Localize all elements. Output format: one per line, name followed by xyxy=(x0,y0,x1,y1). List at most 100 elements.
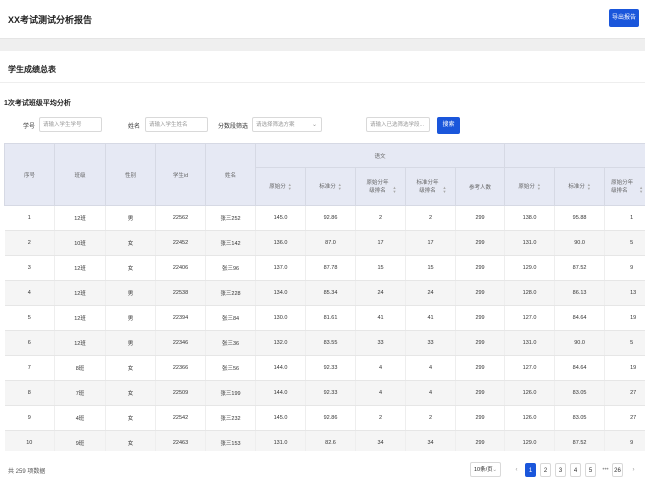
table-cell: 10班 xyxy=(54,230,106,256)
table-cell: 81.61 xyxy=(305,305,356,331)
table-cell: 5 xyxy=(4,305,55,331)
page-button-2[interactable]: 2 xyxy=(540,463,551,477)
table-cell: 22542 xyxy=(155,405,206,431)
table-cell: 41 xyxy=(405,305,456,331)
table-cell: 131.0 xyxy=(504,330,556,356)
sort-icon[interactable]: ▲ ▼ xyxy=(443,186,447,194)
col-math-raw-rank[interactable]: 原始分年级排名 ▲ ▼ xyxy=(604,167,645,206)
table-cell: 9 xyxy=(4,405,55,431)
table-cell: 92.33 xyxy=(305,380,356,406)
page-button-1[interactable]: 1 xyxy=(525,463,536,477)
table-cell: 33 xyxy=(405,330,456,356)
table-cell: 女 xyxy=(105,255,156,281)
table-cell: 2 xyxy=(405,405,456,431)
table-row: 8 7班女 22509 张三199 144.0 92.33 4 4 299 126.0 83.05 2… xyxy=(4,380,645,406)
table-cell: 299 xyxy=(455,355,506,381)
student-no-label: 学号 xyxy=(23,124,36,130)
table-cell: 张三56 xyxy=(205,355,256,381)
page-button-3[interactable]: 3 xyxy=(555,463,566,477)
table-cell: 299 xyxy=(455,405,506,431)
page-button-5[interactable]: 5 xyxy=(585,463,596,477)
col-chinese-std-rank[interactable]: 标准分年级排名 ▲ ▼ xyxy=(405,167,456,206)
table-cell: 299 xyxy=(455,205,506,231)
table-cell: 92.86 xyxy=(305,405,356,431)
table-cell: 张三199 xyxy=(205,380,256,406)
table-row: 7 8班女 22366 张三56 144.0 92.33 4 4 299 127.0 84.64 19 xyxy=(4,355,645,381)
table-cell: 5 xyxy=(604,230,645,256)
subject-filter-input[interactable]: 请输入已选筛选学段... xyxy=(366,117,430,132)
col-class: 班级 xyxy=(54,143,106,206)
table-cell: 90.0 xyxy=(554,330,606,356)
table-cell: 27 xyxy=(604,405,645,431)
next-page-icon[interactable]: › xyxy=(628,463,639,477)
table-row: 2 10班女 22452 张三142 136.0 87.0 17 17 299 131.0 90.0… xyxy=(4,230,645,256)
table-cell: 127.0 xyxy=(504,355,556,381)
table-cell: 张三142 xyxy=(205,230,256,256)
pagination-ellipsis[interactable]: ••• xyxy=(600,463,611,477)
table-cell: 22463 xyxy=(155,430,206,451)
page-size-select[interactable]: 10条/页 ⌄ xyxy=(470,462,501,477)
page-button-4[interactable]: 4 xyxy=(570,463,581,477)
table-cell: 7班 xyxy=(54,380,106,406)
table-cell: 10 xyxy=(4,430,55,451)
table-cell: 5 xyxy=(604,330,645,356)
col-gender: 性别 xyxy=(105,143,156,206)
sort-icon[interactable]: ▲ ▼ xyxy=(393,186,397,194)
table-cell: 22406 xyxy=(155,255,206,281)
table-cell: 129.0 xyxy=(504,255,556,281)
table-row: 10 9班女 22463 张三153 131.0 82.6 34 34 299 129.0 87.5… xyxy=(4,430,645,451)
col-index: 序号 xyxy=(4,143,55,206)
sort-icon[interactable]: ▲ ▼ xyxy=(537,182,541,191)
table-cell: 女 xyxy=(105,380,156,406)
table-cell: 22366 xyxy=(155,355,206,381)
table-cell: 1 xyxy=(604,205,645,231)
table-cell: 137.0 xyxy=(255,255,306,281)
table-cell: 87.78 xyxy=(305,255,356,281)
prev-page-icon[interactable]: ‹ xyxy=(511,463,522,477)
table-cell: 张三84 xyxy=(205,305,256,331)
table-cell: 19 xyxy=(604,355,645,381)
table-cell: 34 xyxy=(355,430,406,451)
table-cell: 4 xyxy=(405,380,456,406)
chevron-down-icon: ⌄ xyxy=(492,467,497,473)
table-cell: 138.0 xyxy=(504,205,556,231)
table-cell: 127.0 xyxy=(504,305,556,331)
table-cell: 2 xyxy=(355,205,406,231)
table-cell: 82.6 xyxy=(305,430,356,451)
name-input[interactable]: 请输入学生姓名 xyxy=(145,117,208,132)
table-cell: 131.0 xyxy=(255,430,306,451)
col-chinese-raw-rank[interactable]: 原始分年级排名 ▲ ▼ xyxy=(355,167,406,206)
table-cell: 3 xyxy=(4,255,55,281)
table-cell: 145.0 xyxy=(255,205,306,231)
table-cell: 15 xyxy=(355,255,406,281)
table-cell: 4 xyxy=(355,355,406,381)
table-cell: 8班 xyxy=(54,355,106,381)
table-row: 6 12班男 22346 张三36 132.0 83.55 33 33 299 131.0 90.0… xyxy=(4,330,645,356)
sort-icon[interactable]: ▲ ▼ xyxy=(288,182,292,191)
export-report-button[interactable]: 导出报告 xyxy=(609,9,639,27)
table-cell: 女 xyxy=(105,355,156,381)
table-cell: 126.0 xyxy=(504,405,556,431)
score-filter-select[interactable]: 请选择筛选方案 ⌄ xyxy=(252,117,322,132)
col-chinese-raw[interactable]: 原始分 ▲ ▼ xyxy=(255,167,306,206)
table-row: 1 12班男 22562 张三252 145.0 92.86 2 2 299 138.0 95.88… xyxy=(4,205,645,231)
sort-icon[interactable]: ▲ ▼ xyxy=(639,186,643,194)
name-label: 姓名 xyxy=(128,124,141,130)
table-cell: 136.0 xyxy=(255,230,306,256)
table-cell: 84.64 xyxy=(554,305,606,331)
search-button[interactable]: 搜索 xyxy=(437,117,460,134)
table-row: 3 12班女 22406 张三96 137.0 87.78 15 15 299 129.0 87.5… xyxy=(4,255,645,281)
col-math-std[interactable]: 标准分 ▲ ▼ xyxy=(554,167,606,206)
sort-icon[interactable]: ▲ ▼ xyxy=(587,182,591,191)
col-name: 姓名 xyxy=(205,143,256,206)
table-cell: 4班 xyxy=(54,405,106,431)
table-cell: 9班 xyxy=(54,430,106,451)
col-chinese-std[interactable]: 标准分 ▲ ▼ xyxy=(305,167,356,206)
student-no-input[interactable]: 请输入学生学号 xyxy=(39,117,102,132)
col-math-raw[interactable]: 原始分 ▲ ▼ xyxy=(504,167,556,206)
sort-icon[interactable]: ▲ ▼ xyxy=(338,182,342,191)
table-cell: 女 xyxy=(105,405,156,431)
page-button-26[interactable]: 26 xyxy=(612,463,623,477)
table-body: 1 12班男 22562 张三252 145.0 92.86 2 2 299 138.0 95.88… xyxy=(4,205,645,451)
table-cell: 6 xyxy=(4,330,55,356)
